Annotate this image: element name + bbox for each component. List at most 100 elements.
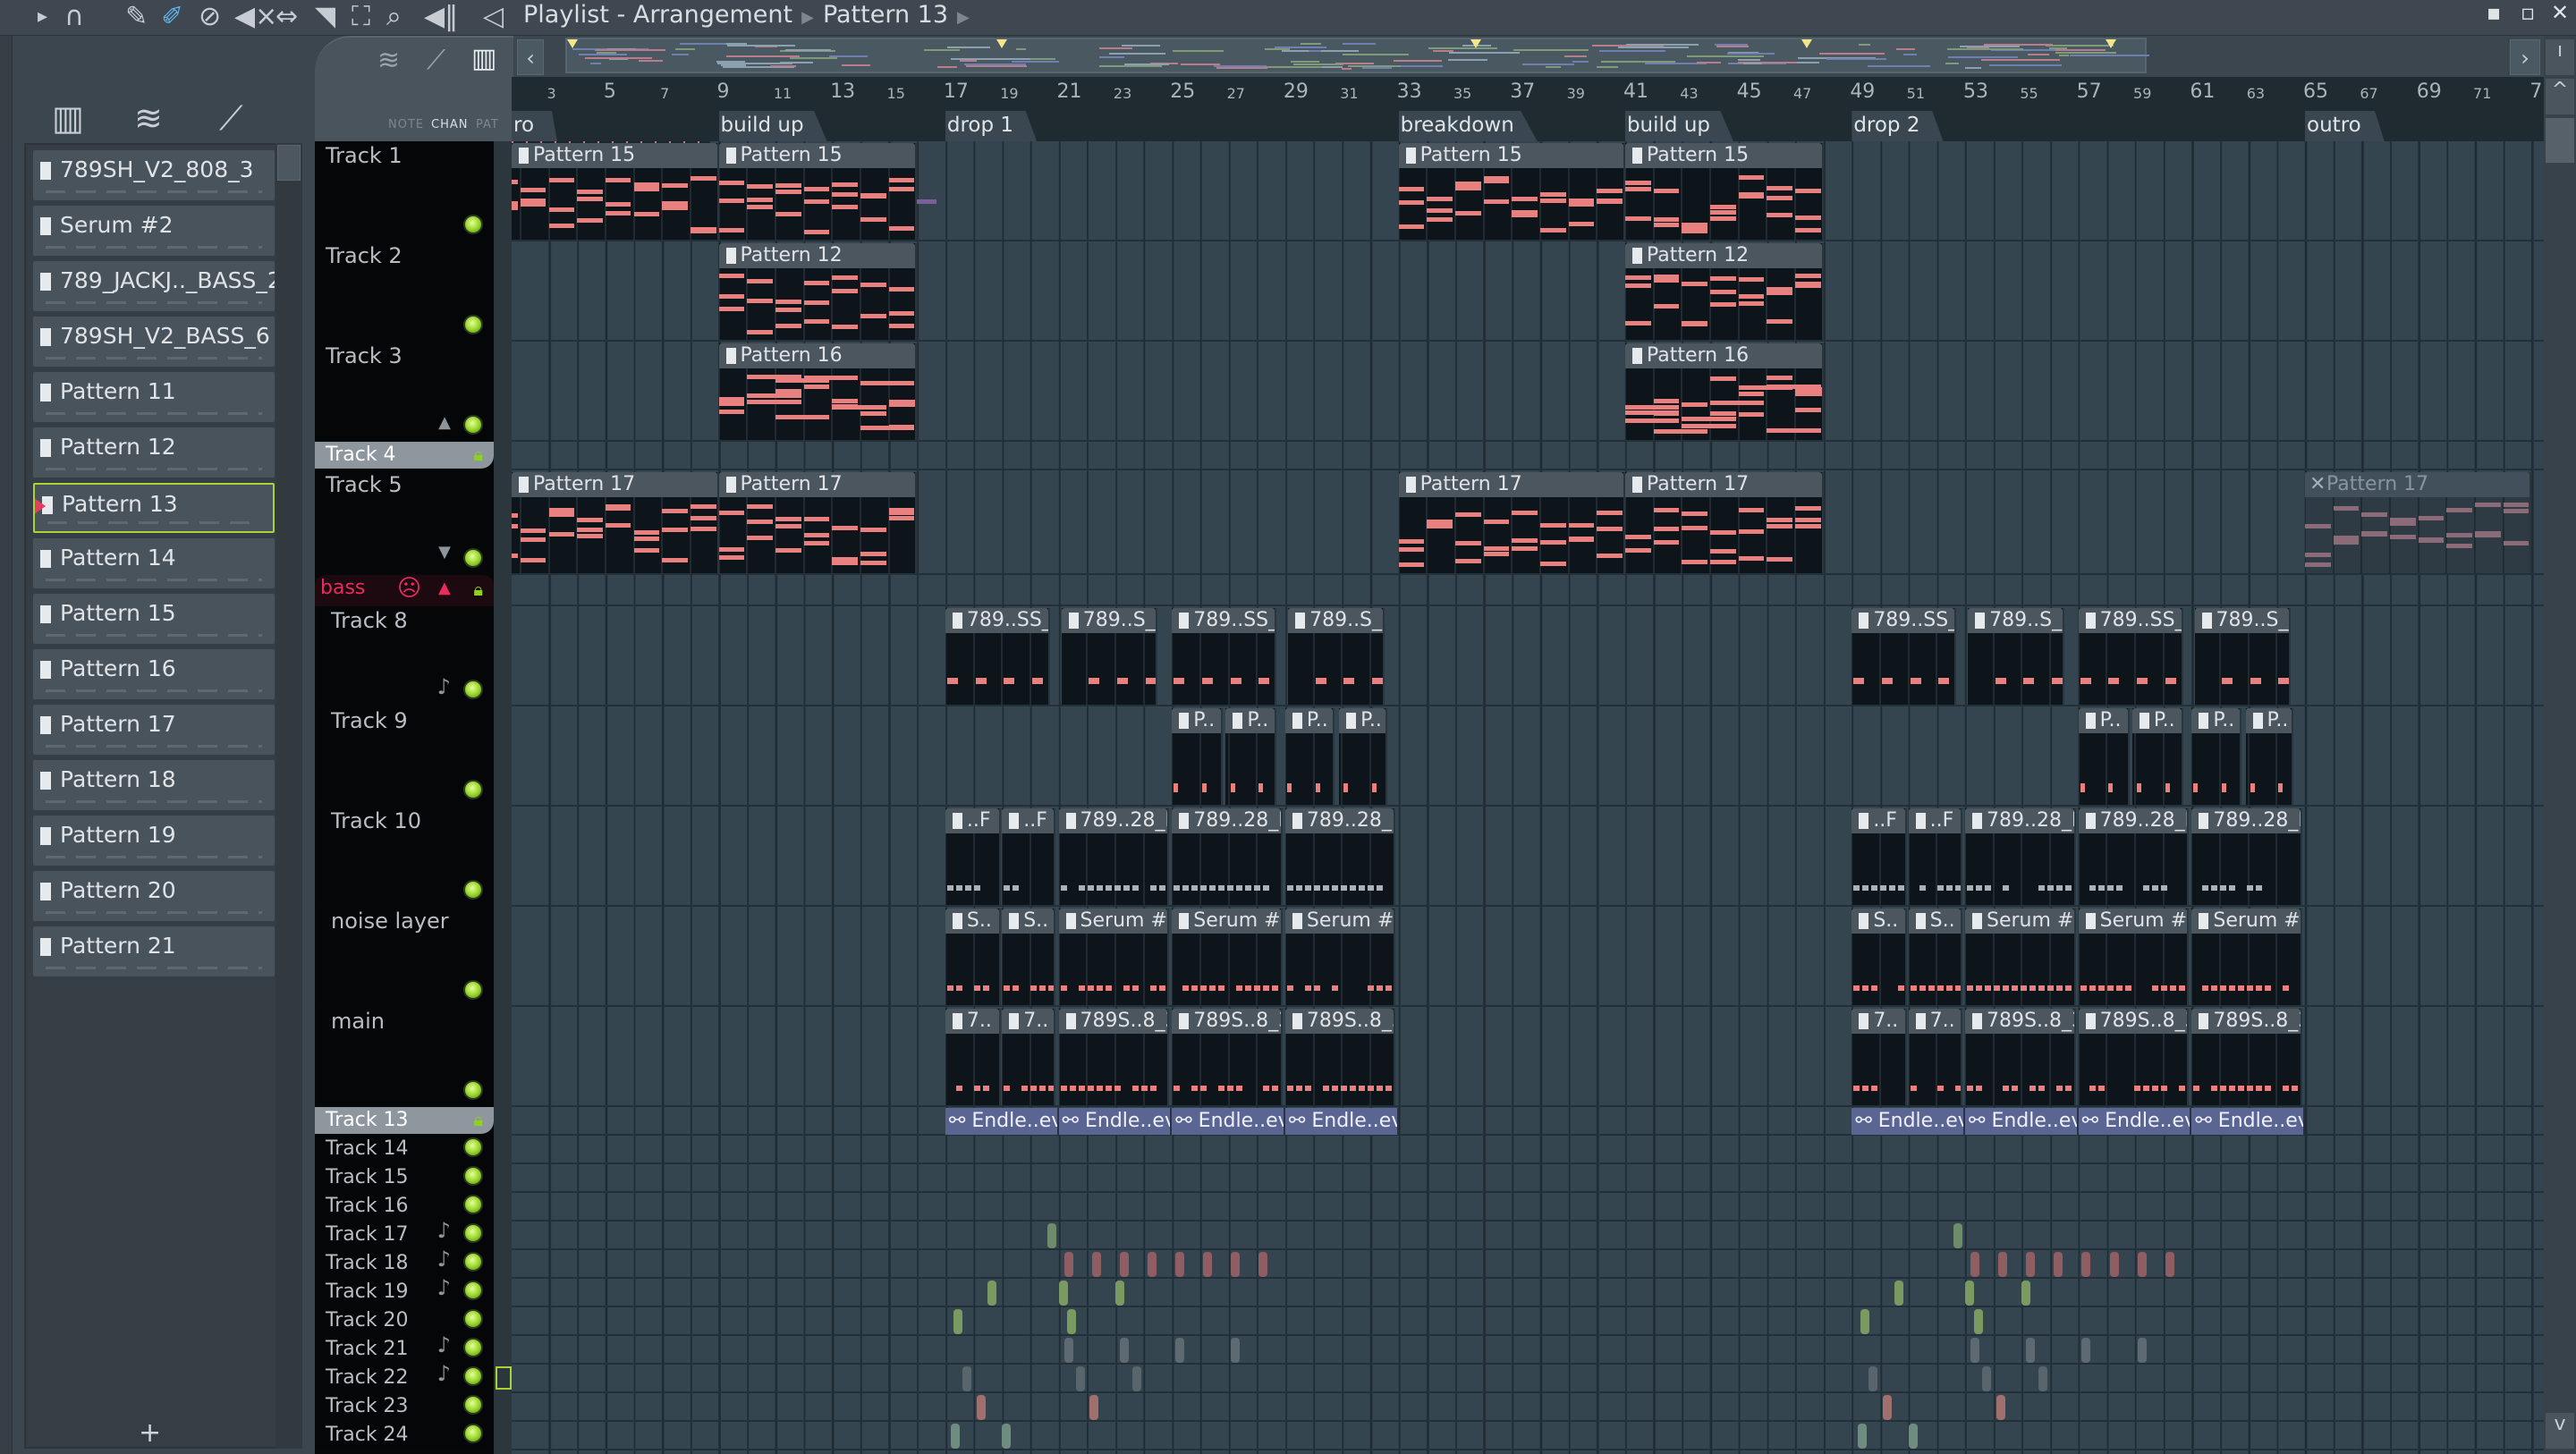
scroll-up-button[interactable]: ^ bbox=[2546, 79, 2574, 114]
track-mute-led[interactable] bbox=[463, 415, 483, 435]
track-header[interactable]: Track 22 ♪ bbox=[315, 1365, 494, 1391]
collapse-down-icon[interactable]: ▼ bbox=[438, 543, 451, 562]
play-arrow-icon[interactable]: ▸ bbox=[38, 2, 47, 32]
breadcrumb-arrow-icon[interactable]: ▶ bbox=[957, 8, 970, 27]
pattern-clip[interactable]: ✕ Pattern 17 bbox=[2305, 472, 2532, 573]
audio-clip[interactable] bbox=[1119, 1252, 1129, 1277]
pattern-item[interactable]: 789SH_V2_808_3 bbox=[33, 150, 275, 200]
track-header[interactable]: Track 3 ▲ bbox=[315, 342, 494, 440]
audio-clip[interactable] bbox=[1119, 1338, 1129, 1363]
track-header[interactable]: Track 4 🔒︎ bbox=[315, 442, 494, 469]
marker-breakdown[interactable]: breakdown bbox=[1398, 111, 1538, 141]
track-mute-led[interactable] bbox=[463, 215, 483, 234]
pattern-clip[interactable]: 789S..8_3 bbox=[1965, 1009, 2076, 1105]
audio-clip[interactable] bbox=[2165, 1252, 2174, 1277]
track-header[interactable]: Track 17 ♪ bbox=[315, 1222, 494, 1248]
pattern-clip[interactable]: Pattern 17 bbox=[1398, 472, 1625, 573]
track-mute-led[interactable] bbox=[463, 1338, 483, 1357]
pencil-icon[interactable]: ✎ bbox=[125, 2, 148, 32]
audio-clip[interactable] bbox=[2109, 1252, 2119, 1277]
pattern-clip[interactable]: 789S..8_3 bbox=[1172, 1009, 1283, 1105]
marker-bar[interactable]: ro build up drop 1 breakdown build up drop 2 o… bbox=[512, 111, 2544, 141]
magnet-icon[interactable]: ∩ bbox=[64, 2, 84, 32]
pattern-item[interactable]: Pattern 18 bbox=[33, 760, 275, 810]
pattern-clip[interactable]: P.. bbox=[1225, 708, 1277, 805]
pattern-item[interactable]: Pattern 13 bbox=[33, 483, 275, 533]
audio-clip[interactable] bbox=[1148, 1252, 1157, 1277]
timeline-ruler[interactable]: 3 5 7 9 11 13 15 17 19 21 23 25 27 29 31 33 35 37 39 41 43 45… bbox=[512, 77, 2544, 111]
track-header[interactable]: Track 16 bbox=[315, 1193, 494, 1220]
pattern-clip[interactable]: 789S..8_3 bbox=[2191, 1009, 2302, 1105]
track-mute-led[interactable] bbox=[463, 1195, 483, 1214]
track-mute-led[interactable] bbox=[463, 548, 483, 568]
pattern-clip[interactable]: S.. bbox=[945, 909, 1001, 1005]
pattern-clip[interactable]: Pattern 16 bbox=[1624, 343, 1824, 440]
pattern-item[interactable]: Pattern 21 bbox=[33, 926, 275, 976]
track-header[interactable]: Track 9 bbox=[320, 706, 494, 805]
audio-clip[interactable] bbox=[1203, 1252, 1213, 1277]
audio-clip[interactable] bbox=[1998, 1252, 2008, 1277]
pattern-clip[interactable]: Pattern 17 bbox=[1624, 472, 1824, 573]
audio-clip[interactable] bbox=[1091, 1252, 1101, 1277]
pattern-clip[interactable]: Pattern 17 bbox=[512, 472, 719, 573]
scroll-down-button[interactable]: v bbox=[2546, 1413, 2574, 1449]
speaker-icon[interactable]: ◁ bbox=[483, 2, 504, 32]
track-header[interactable]: Track 1 bbox=[315, 141, 494, 240]
audio-clip[interactable] bbox=[1996, 1395, 2005, 1420]
pattern-clip[interactable]: ..F bbox=[1852, 808, 1908, 905]
pattern-list-scrollbar[interactable] bbox=[275, 143, 302, 1449]
mute-icon[interactable]: ◀× bbox=[234, 2, 277, 32]
audio-clip[interactable] bbox=[2081, 1252, 2091, 1277]
lock-icon[interactable]: 🔒︎ bbox=[473, 579, 483, 600]
audio-clip[interactable] bbox=[962, 1366, 971, 1391]
audio-clip[interactable] bbox=[1114, 1281, 1124, 1306]
track-header[interactable]: Track 24 bbox=[315, 1422, 494, 1449]
pattern-clip[interactable]: 789..S_6 bbox=[1061, 608, 1158, 705]
pattern-clip[interactable]: Pattern 15 bbox=[1624, 143, 1824, 240]
audio-clip[interactable] bbox=[953, 1309, 963, 1334]
audio-clip[interactable] bbox=[1970, 1338, 1980, 1363]
pattern-clip[interactable]: ..F bbox=[945, 808, 1001, 905]
track-mute-led[interactable] bbox=[463, 1395, 483, 1415]
pattern-clip[interactable]: Pattern 12 bbox=[718, 243, 918, 340]
track-mute-led[interactable] bbox=[463, 980, 483, 1000]
pattern-clip[interactable]: Serum #2 bbox=[1965, 909, 2076, 1005]
pattern-item[interactable]: Pattern 20 bbox=[33, 871, 275, 921]
pattern-item[interactable]: Pattern 14 bbox=[33, 538, 275, 588]
scrollbar-thumb[interactable] bbox=[2546, 118, 2574, 163]
waveform-icon[interactable]: ≋ bbox=[377, 45, 400, 76]
sad-face-icon[interactable]: ☹ bbox=[397, 575, 421, 602]
automation-clip[interactable]: ⚯ Endle..evel bbox=[2078, 1108, 2192, 1135]
audio-clip[interactable] bbox=[1002, 1424, 1012, 1449]
audio-clip[interactable] bbox=[1058, 1281, 1068, 1306]
add-pattern-button[interactable]: + bbox=[139, 1417, 161, 1449]
slice-icon[interactable]: ◥ bbox=[315, 2, 335, 32]
track-mute-led[interactable] bbox=[463, 780, 483, 799]
track-mute-led[interactable] bbox=[463, 680, 483, 699]
pattern-clip[interactable]: 7.. bbox=[945, 1009, 1001, 1105]
audio-clip[interactable] bbox=[2054, 1252, 2063, 1277]
waveform-icon[interactable]: ≋ bbox=[134, 98, 163, 138]
pattern-clip[interactable]: 7.. bbox=[1908, 1009, 1962, 1105]
pattern-item[interactable]: 789_JACKJ.._BASS_28_F bbox=[33, 261, 275, 311]
pattern-clip[interactable]: P.. bbox=[2078, 708, 2130, 805]
pattern-clip[interactable]: Pattern 12 bbox=[1624, 243, 1824, 340]
audio-clip[interactable] bbox=[2081, 1338, 2091, 1363]
pattern-clip[interactable]: P.. bbox=[1172, 708, 1224, 805]
track-mute-led[interactable] bbox=[463, 1252, 483, 1272]
audio-clip[interactable] bbox=[951, 1424, 961, 1449]
automation-clip[interactable]: ⚯ Endle..evel bbox=[1965, 1108, 2079, 1135]
automation-clip[interactable]: ⚯ Endle..evel bbox=[1058, 1108, 1173, 1135]
track-mute-led[interactable] bbox=[463, 1223, 483, 1243]
vertical-scrollbar[interactable]: ı ^ v bbox=[2544, 36, 2576, 1454]
audio-clip[interactable] bbox=[1860, 1309, 1869, 1334]
pattern-item[interactable]: Pattern 11 bbox=[33, 372, 275, 422]
track-header[interactable]: Track 18 ♪ bbox=[315, 1250, 494, 1277]
track-header[interactable]: Track 2 bbox=[315, 241, 494, 340]
audio-clip[interactable] bbox=[1883, 1395, 1893, 1420]
automation-clip[interactable]: ⚯ Endle..evel bbox=[2191, 1108, 2306, 1135]
pattern-clip[interactable]: 789..SS_6 bbox=[945, 608, 1051, 705]
marker-ro[interactable]: ro bbox=[512, 111, 558, 141]
paint-brush-icon[interactable]: ✐ bbox=[161, 2, 183, 32]
automation-clip[interactable]: ⚯ Endle..evel bbox=[1852, 1108, 1965, 1135]
